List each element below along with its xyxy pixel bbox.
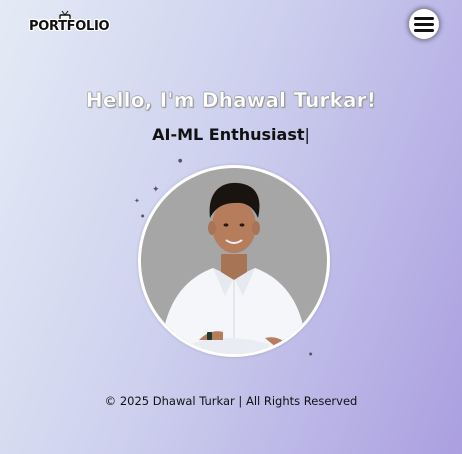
profile-photo <box>141 168 327 354</box>
sparkle-icon: ● <box>141 213 145 218</box>
profile-photo-frame <box>138 165 330 357</box>
hero-role: AI-ML Enthusiast| <box>0 125 462 144</box>
hamburger-menu-icon <box>414 16 434 20</box>
sparkle-icon: ● <box>178 158 183 164</box>
footer-copyright: © 2025 Dhawal Turkar | All Rights Reserv… <box>104 394 358 408</box>
sparkle-icon: ● <box>309 351 313 356</box>
hamburger-menu-button[interactable] <box>409 9 439 39</box>
typing-cursor: | <box>304 125 310 144</box>
sparkle-icon: ✦ <box>134 197 140 205</box>
sparkle-icon: ✦ <box>152 185 160 195</box>
hero-role-text: AI-ML Enthusiast <box>152 125 305 144</box>
logo-text: PORTFOLIO <box>29 19 110 34</box>
logo[interactable]: PORTFOLIO <box>29 10 110 36</box>
hero-greeting: Hello, I'm Dhawal Turkar! <box>85 88 377 112</box>
